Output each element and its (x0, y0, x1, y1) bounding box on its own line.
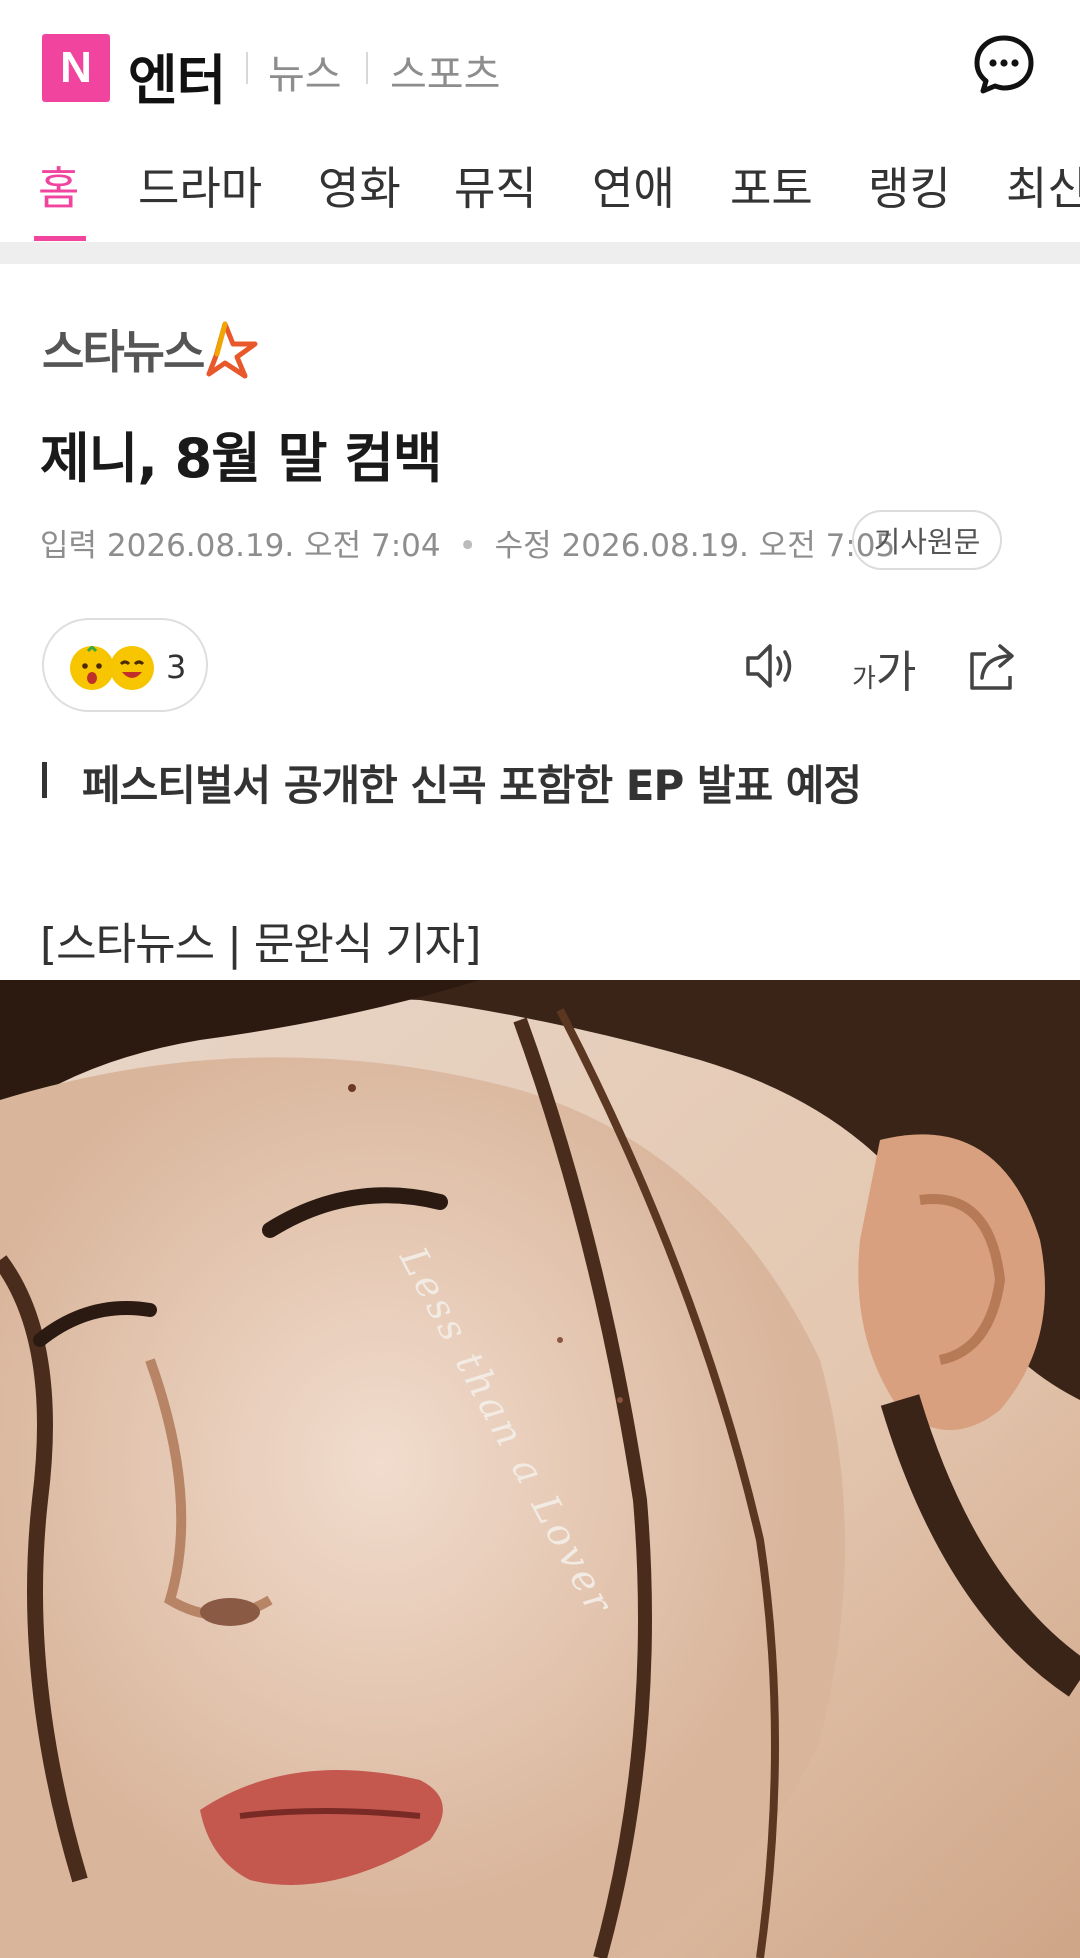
press-name: 스타뉴스 (42, 325, 205, 379)
tab-music[interactable]: 뮤직 (454, 152, 537, 217)
article-title: 제니, 8월 말 컴백 (40, 427, 443, 490)
active-tab-indicator (34, 236, 86, 241)
surprised-emoji-icon (70, 646, 114, 690)
article-subtitle: 페스티벌서 공개한 신곡 포함한 EP 발표 예정 (42, 752, 1042, 810)
subnav-sports[interactable]: 스포츠 (390, 42, 500, 100)
tab-celebrity[interactable]: 연애 (592, 152, 675, 217)
byline: [스타뉴스 | 문완식 기자] (40, 919, 481, 970)
subtitle-text: 페스티벌서 공개한 신곡 포함한 EP 발표 예정 (82, 761, 862, 810)
tab-home[interactable]: 홈 (38, 152, 79, 217)
divider (366, 52, 368, 84)
laughing-emoji-icon (110, 646, 154, 690)
press-logo[interactable]: 스타뉴스 (42, 318, 259, 380)
edit-time: 2026.08.19. 오전 7:05 (561, 528, 896, 564)
font-large-glyph: 가 (875, 647, 917, 698)
tab-latest[interactable]: 최신 (1006, 152, 1080, 217)
divider (246, 52, 248, 84)
category-tabs: 홈 드라마 영화 뮤직 연애 포토 랭킹 최신 (0, 140, 1080, 241)
top-bar: N 엔터 뉴스 스포츠 (0, 0, 1080, 136)
tab-movie[interactable]: 영화 (318, 152, 401, 217)
article-photo[interactable]: Less than a Lover (0, 980, 1080, 1958)
meta-separator: • (458, 528, 477, 564)
tab-drama[interactable]: 드라마 (138, 152, 262, 217)
entertain-title[interactable]: 엔터 (128, 36, 226, 115)
input-time: 2026.08.19. 오전 7:04 (106, 528, 441, 564)
speaker-icon[interactable] (742, 636, 802, 696)
share-icon[interactable] (964, 636, 1024, 696)
reaction-count: 3 (166, 648, 187, 686)
font-small-glyph: 가 (852, 664, 876, 694)
tab-ranking[interactable]: 랭킹 (868, 152, 951, 217)
original-article-button[interactable]: 기사원문 (852, 510, 1002, 570)
chat-bubble-dots-icon[interactable] (972, 32, 1036, 96)
tab-photo[interactable]: 포토 (730, 152, 813, 217)
naver-logo[interactable]: N (42, 34, 110, 102)
subtitle-bar (42, 762, 47, 798)
section-divider (0, 242, 1080, 264)
font-size-icon[interactable]: 가가 (852, 636, 916, 700)
input-label: 입력 (40, 528, 98, 564)
edit-label: 수정 (494, 528, 552, 564)
subnav-news[interactable]: 뉴스 (268, 42, 342, 100)
press-star-icon (206, 321, 258, 379)
reaction-button[interactable]: 3 (42, 618, 208, 712)
article-timestamps: 입력 2026.08.19. 오전 7:04 • 수정 2026.08.19. … (40, 520, 895, 565)
